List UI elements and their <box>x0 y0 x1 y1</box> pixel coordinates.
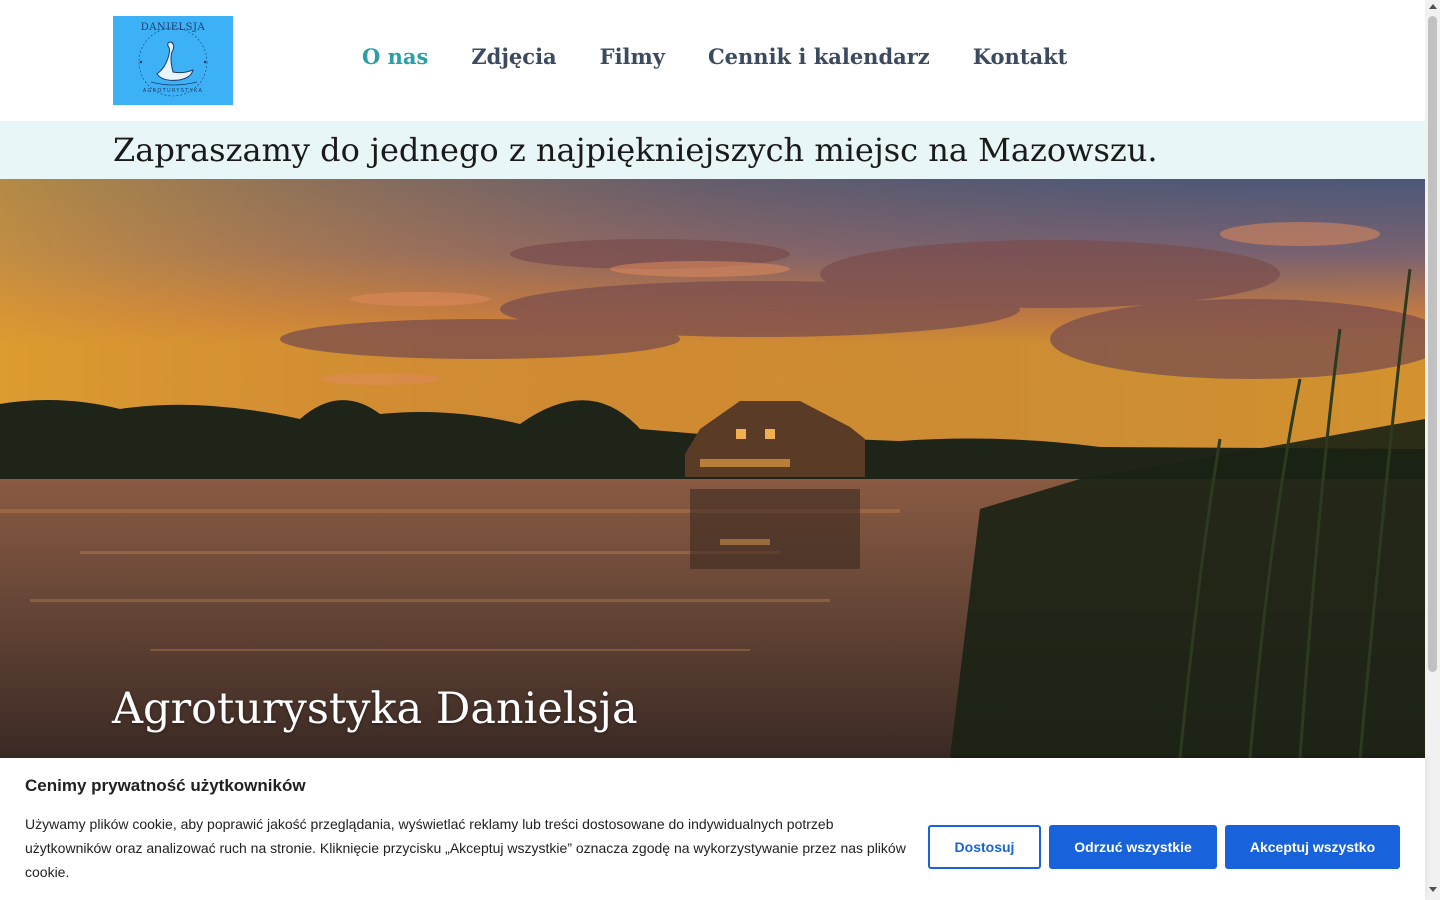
scrollbar-thumb[interactable] <box>1428 16 1437 672</box>
logo-title: DANIELSJA <box>140 22 206 33</box>
cookie-title: Cenimy prywatność użytkowników <box>25 776 306 795</box>
nav-item-zdjecia[interactable]: Zdjęcia <box>471 44 556 69</box>
site-logo[interactable]: DANIELSJA AGROTURYSTYKA <box>113 16 233 105</box>
reject-all-button[interactable]: Odrzuć wszystkie <box>1049 825 1217 869</box>
customize-button[interactable]: Dostosuj <box>928 825 1041 869</box>
nav-item-cennik[interactable]: Cennik i kalendarz <box>708 44 930 69</box>
hero-banner: Agroturystyka Danielsja <box>0 179 1425 758</box>
scroll-up-arrow-icon[interactable] <box>1429 4 1437 9</box>
page-scrollbar[interactable] <box>1425 0 1440 900</box>
nav-item-filmy[interactable]: Filmy <box>600 44 665 69</box>
site-header: DANIELSJA AGROTURYSTYKA O nas Zdjęcia Fi… <box>0 0 1425 121</box>
nav-item-o-nas[interactable]: O nas <box>362 44 428 69</box>
hero-title: Agroturystyka Danielsja <box>112 684 638 734</box>
accept-all-button[interactable]: Akceptuj wszystko <box>1225 825 1400 869</box>
main-nav: O nas Zdjęcia Filmy Cennik i kalendarz K… <box>362 44 1110 69</box>
scroll-down-arrow-icon[interactable] <box>1429 887 1437 892</box>
tagline-bar: Zapraszamy do jednego z najpiękniejszych… <box>0 121 1425 179</box>
hero-photo <box>0 179 1425 758</box>
logo-subtitle: AGROTURYSTYKA <box>142 88 204 94</box>
nav-item-kontakt[interactable]: Kontakt <box>973 44 1068 69</box>
cookie-consent-banner: Cenimy prywatność użytkowników Używamy p… <box>0 758 1425 900</box>
tagline-text: Zapraszamy do jednego z najpiękniejszych… <box>113 131 1158 169</box>
cookie-description: Używamy plików cookie, aby poprawić jako… <box>25 816 906 880</box>
